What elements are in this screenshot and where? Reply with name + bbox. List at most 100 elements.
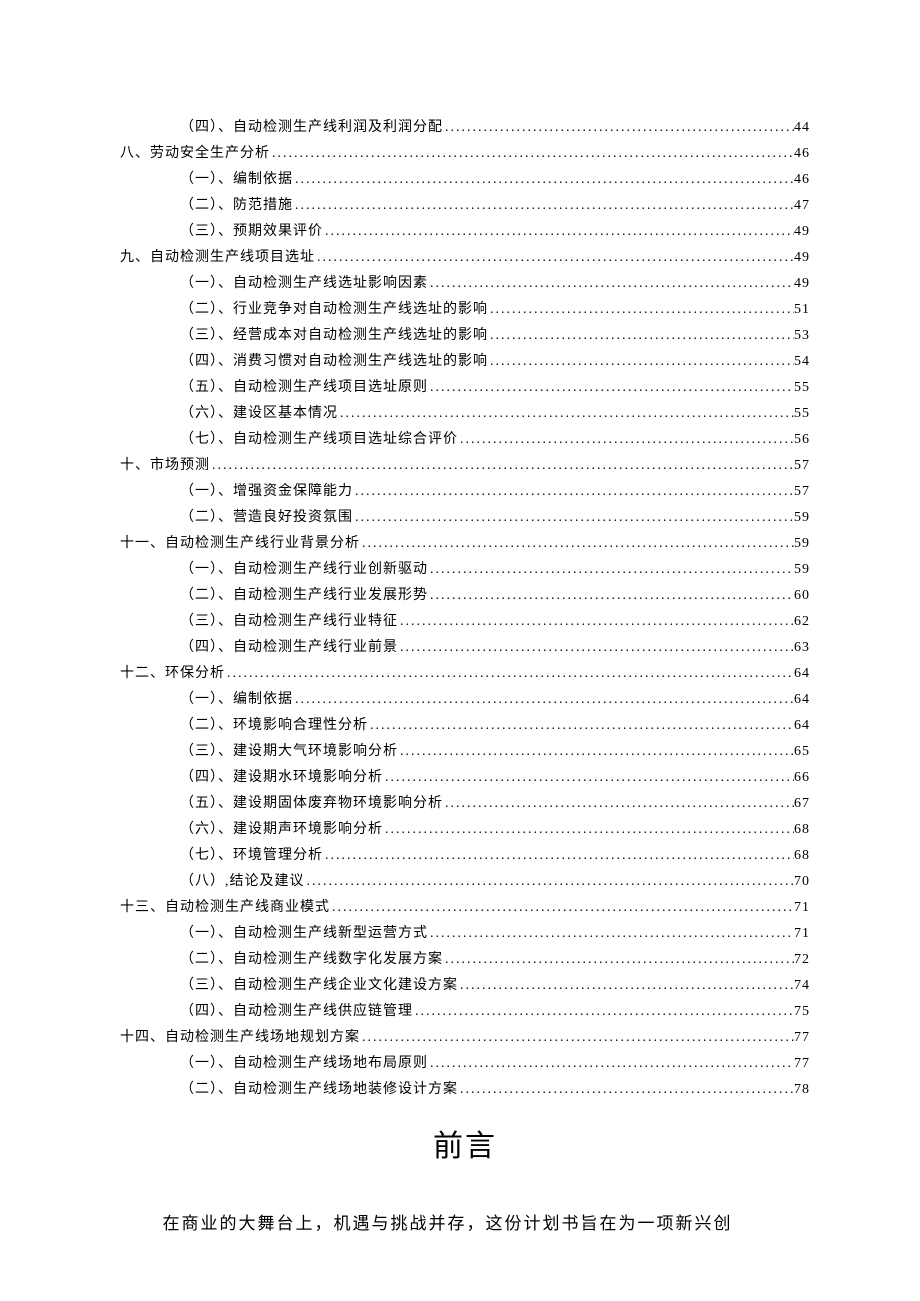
toc-entry-page: 55 bbox=[794, 375, 810, 401]
toc-entry: （一）、自动检测生产线新型运营方式 71 bbox=[120, 921, 810, 947]
toc-leader-dots bbox=[315, 245, 794, 271]
toc-entry-page: 68 bbox=[794, 843, 810, 869]
toc-leader-dots bbox=[458, 1077, 794, 1103]
toc-entry: （三）、自动检测生产线企业文化建设方案 74 bbox=[120, 973, 810, 999]
toc-entry-label: （五）、建设期固体废弃物环境影响分析 bbox=[180, 791, 443, 817]
toc-leader-dots bbox=[360, 1025, 794, 1051]
toc-entry-label: （四）、消费习惯对自动检测生产线选址的影响 bbox=[180, 349, 488, 375]
toc-entry-page: 57 bbox=[794, 453, 810, 479]
toc-entry-page: 71 bbox=[794, 921, 810, 947]
toc-entry-page: 57 bbox=[794, 479, 810, 505]
toc-entry: （四）、自动检测生产线利润及利润分配 44 bbox=[120, 115, 810, 141]
toc-entry-label: （四）、自动检测生产线行业前景 bbox=[180, 635, 398, 661]
toc-entry-page: 62 bbox=[794, 609, 810, 635]
toc-entry-label: （四）、自动检测生产线供应链管理 bbox=[180, 999, 413, 1025]
toc-entry: 八、劳动安全生产分析 46 bbox=[120, 141, 810, 167]
toc-entry: （六）、建设期声环境影响分析68 bbox=[120, 817, 810, 843]
toc-leader-dots bbox=[488, 297, 794, 323]
toc-leader-dots bbox=[428, 375, 794, 401]
toc-entry-label: （二）、营造良好投资氛围 bbox=[180, 505, 353, 531]
toc-entry-page: 68 bbox=[794, 817, 810, 843]
toc-entry-page: 70 bbox=[794, 869, 810, 895]
toc-entry-page: 67 bbox=[794, 791, 810, 817]
toc-entry-label: （八）,结论及建议 bbox=[180, 869, 305, 895]
toc-leader-dots bbox=[488, 349, 794, 375]
toc-leader-dots bbox=[293, 687, 794, 713]
toc-entry-label: （一）、自动检测生产线新型运营方式 bbox=[180, 921, 428, 947]
toc-entry: （三）、经营成本对自动检测生产线选址的影响53 bbox=[120, 323, 810, 349]
toc-entry: （一）、自动检测生产线行业创新驱动59 bbox=[120, 557, 810, 583]
toc-entry: （三）、建设期大气环境影响分析65 bbox=[120, 739, 810, 765]
toc-entry-label: 八、劳动安全生产分析 bbox=[120, 141, 270, 167]
toc-entry: （二）、营造良好投资氛围59 bbox=[120, 505, 810, 531]
toc-entry: （二）、自动检测生产线数字化发展方案 72 bbox=[120, 947, 810, 973]
toc-leader-dots bbox=[398, 739, 794, 765]
toc-entry-label: （二）、自动检测生产线场地装修设计方案 bbox=[180, 1077, 458, 1103]
toc-entry-label: 十二、环保分析 bbox=[120, 661, 225, 687]
toc-entry-label: （六）、建设区基本情况 bbox=[180, 401, 338, 427]
toc-entry-page: 75 bbox=[794, 999, 810, 1025]
toc-leader-dots bbox=[323, 843, 794, 869]
toc-leader-dots bbox=[305, 869, 795, 895]
toc-leader-dots bbox=[428, 271, 794, 297]
toc-entry-page: 74 bbox=[794, 973, 810, 999]
toc-leader-dots bbox=[353, 479, 794, 505]
toc-leader-dots bbox=[338, 401, 794, 427]
toc-entry-page: 47 bbox=[794, 193, 810, 219]
toc-entry: （四）、建设期水环境影响分析66 bbox=[120, 765, 810, 791]
toc-leader-dots bbox=[210, 453, 794, 479]
toc-entry-page: 65 bbox=[794, 739, 810, 765]
toc-entry-page: 59 bbox=[794, 557, 810, 583]
toc-entry-label: （四）、自动检测生产线利润及利润分配 bbox=[180, 115, 443, 141]
toc-entry: （一）、编制依据64 bbox=[120, 687, 810, 713]
toc-leader-dots bbox=[443, 947, 794, 973]
toc-entry-page: 64 bbox=[794, 661, 810, 687]
toc-entry-page: 56 bbox=[794, 427, 810, 453]
toc-entry: （一）、增强资金保障能力 57 bbox=[120, 479, 810, 505]
toc-entry-label: （二）、防范措施 bbox=[180, 193, 293, 219]
toc-entry-page: 46 bbox=[794, 167, 810, 193]
body-paragraph: 在商业的大舞台上，机遇与挑战并存，这份计划书旨在为一项新兴创 bbox=[120, 1207, 810, 1241]
toc-entry-page: 49 bbox=[794, 271, 810, 297]
toc-entry-page: 44 bbox=[794, 115, 810, 141]
toc-entry-page: 78 bbox=[794, 1077, 810, 1103]
toc-leader-dots bbox=[353, 505, 794, 531]
toc-entry: （四）、自动检测生产线行业前景 63 bbox=[120, 635, 810, 661]
toc-leader-dots bbox=[368, 713, 794, 739]
toc-entry: （四）、自动检测生产线供应链管理 75 bbox=[120, 999, 810, 1025]
toc-entry: （一）、编制依据 46 bbox=[120, 167, 810, 193]
section-heading: 前言 bbox=[120, 1121, 810, 1165]
document-page: （四）、自动检测生产线利润及利润分配44八、劳动安全生产分析46（一）、编制依据… bbox=[0, 0, 920, 1301]
toc-entry-label: （三）、预期效果评价 bbox=[180, 219, 323, 245]
toc-entry: 十三、自动检测生产线商业模式71 bbox=[120, 895, 810, 921]
toc-entry: （五）、自动检测生产线项目选址原则 55 bbox=[120, 375, 810, 401]
toc-leader-dots bbox=[293, 193, 794, 219]
toc-entry-label: （一）、编制依据 bbox=[180, 167, 293, 193]
toc-leader-dots bbox=[428, 1051, 794, 1077]
toc-leader-dots bbox=[488, 323, 794, 349]
toc-entry-label: （二）、自动检测生产线数字化发展方案 bbox=[180, 947, 443, 973]
table-of-contents: （四）、自动检测生产线利润及利润分配44八、劳动安全生产分析46（一）、编制依据… bbox=[120, 115, 810, 1103]
toc-leader-dots bbox=[360, 531, 794, 557]
toc-leader-dots bbox=[383, 817, 794, 843]
toc-leader-dots bbox=[428, 583, 794, 609]
toc-entry-label: （七）、自动检测生产线项目选址综合评价 bbox=[180, 427, 458, 453]
toc-entry-page: 72 bbox=[794, 947, 810, 973]
toc-entry: 十四、自动检测生产线场地规划方案77 bbox=[120, 1025, 810, 1051]
toc-entry: 十、市场预测57 bbox=[120, 453, 810, 479]
toc-entry-label: （一）、增强资金保障能力 bbox=[180, 479, 353, 505]
toc-entry-page: 64 bbox=[794, 687, 810, 713]
toc-entry-page: 53 bbox=[794, 323, 810, 349]
toc-entry-page: 46 bbox=[794, 141, 810, 167]
toc-entry-page: 63 bbox=[794, 635, 810, 661]
toc-entry-label: （二）、行业竞争对自动检测生产线选址的影响 bbox=[180, 297, 488, 323]
toc-leader-dots bbox=[330, 895, 794, 921]
toc-entry-label: （三）、自动检测生产线企业文化建设方案 bbox=[180, 973, 458, 999]
toc-entry-label: （三）、自动检测生产线行业特征 bbox=[180, 609, 398, 635]
toc-leader-dots bbox=[383, 765, 794, 791]
toc-entry-label: （七）、环境管理分析 bbox=[180, 843, 323, 869]
toc-entry-label: （二）、自动检测生产线行业发展形势 bbox=[180, 583, 428, 609]
toc-leader-dots bbox=[428, 557, 794, 583]
toc-entry-label: （五）、自动检测生产线项目选址原则 bbox=[180, 375, 428, 401]
toc-leader-dots bbox=[398, 635, 794, 661]
